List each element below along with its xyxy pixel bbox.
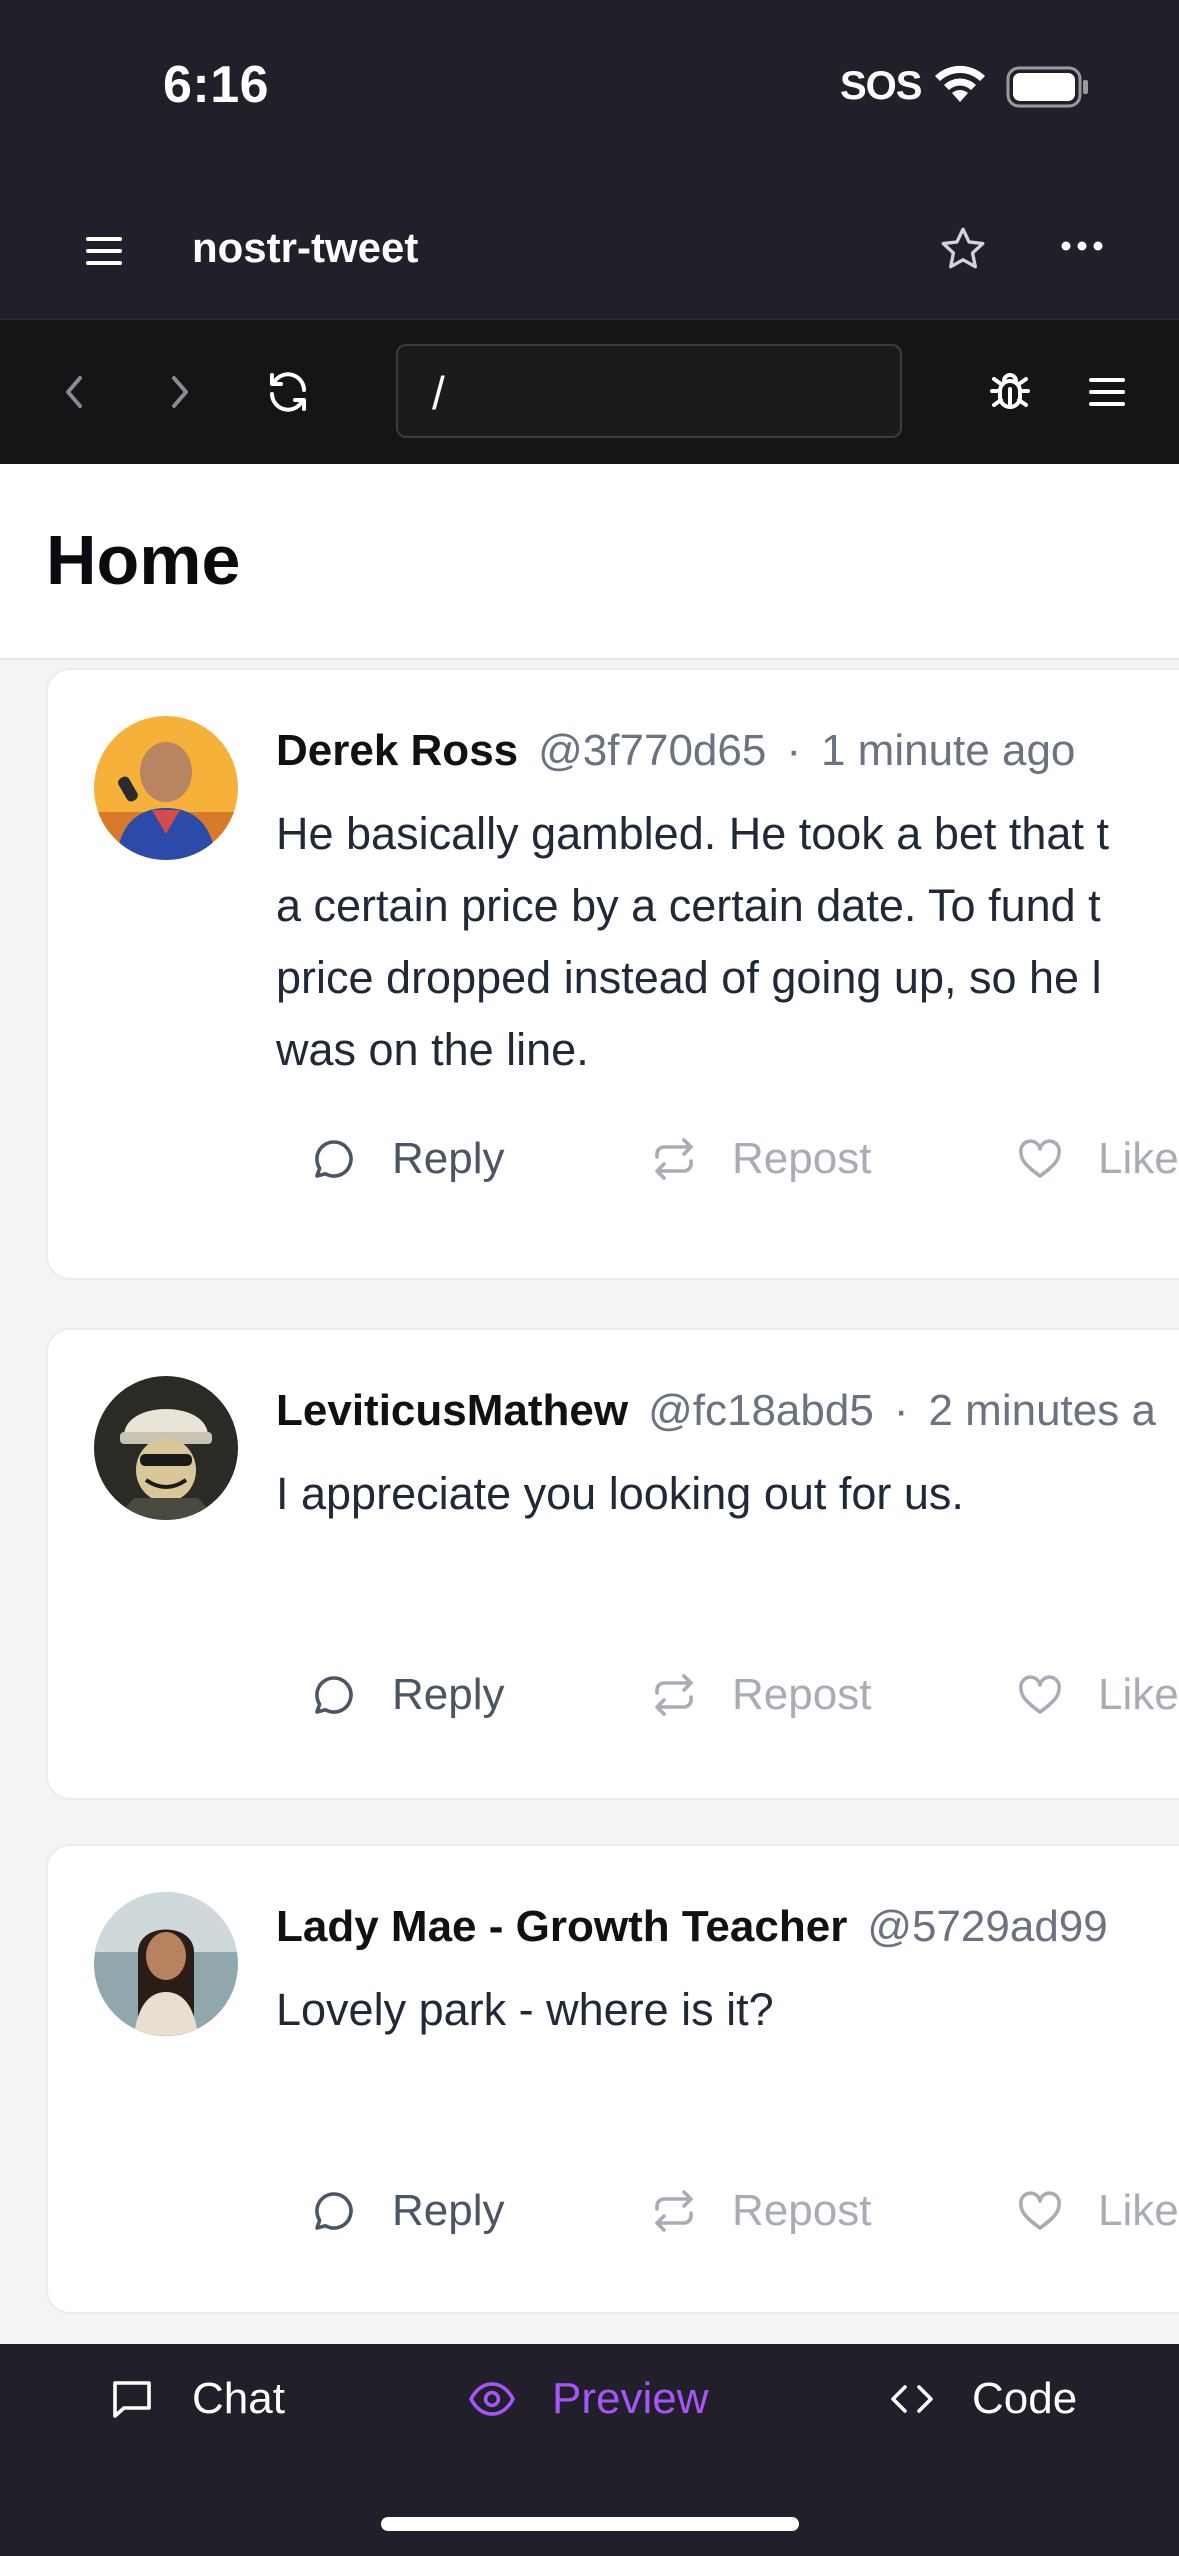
meta-separator: ·	[893, 1386, 909, 1435]
post-card: Lady Mae - Growth Teacher @5729ad99 Lovel…	[46, 1844, 1179, 2314]
post-meta: LeviticusMathew @fc18abd5 · 2 minutes a	[276, 1386, 1156, 1436]
author-name[interactable]: LeviticusMathew	[276, 1386, 628, 1435]
repost-icon	[655, 2190, 693, 2232]
comment-icon	[315, 2192, 353, 2230]
reply-button[interactable]: Reply	[310, 1134, 505, 1184]
tab-code[interactable]: Code	[888, 2374, 1077, 2424]
status-bar: 6:16 SOS	[0, 0, 1179, 180]
back-icon[interactable]	[56, 372, 92, 412]
like-label: Like	[1098, 1134, 1179, 1183]
wifi-icon	[935, 65, 985, 102]
post-line: I appreciate you looking out for us.	[276, 1468, 964, 1519]
repost-label: Repost	[732, 1134, 872, 1183]
post-time: 1 minute ago	[820, 726, 1076, 775]
code-icon	[891, 2385, 933, 2413]
post-line: was on the line.	[276, 1024, 589, 1075]
repost-button[interactable]: Repost	[650, 1134, 871, 1184]
browser-toolbar: /	[0, 318, 1179, 464]
post-content: I appreciate you looking out for us.	[276, 1458, 1179, 1530]
app-title-bar: nostr-tweet	[0, 180, 1179, 318]
home-indicator[interactable]	[381, 2517, 799, 2531]
app-header-region: 6:16 SOS nostr-tweet	[0, 0, 1179, 318]
chat-icon	[113, 2381, 151, 2418]
post-meta: Lady Mae - Growth Teacher @5729ad99	[276, 1902, 1108, 1952]
like-button[interactable]: Like	[1016, 1134, 1179, 1184]
like-label: Like	[1098, 1670, 1179, 1719]
heart-icon	[1019, 2191, 1061, 2230]
post-line: He basically gambled. He took a bet that…	[276, 808, 1109, 859]
post-content: Lovely park - where is it?	[276, 1974, 1179, 2046]
preview-page: Home Derek Ross @3f770d65 · 1 minute ago He…	[0, 464, 1179, 2344]
post-line: a certain price by a certain date. To fu…	[276, 880, 1101, 931]
reply-button[interactable]: Reply	[310, 1670, 505, 1720]
post-actions: Reply Repost Like	[48, 1670, 1179, 1750]
meta-separator: ·	[786, 726, 801, 775]
repost-label: Repost	[732, 2186, 872, 2235]
avatar[interactable]	[94, 1892, 238, 2036]
tab-preview[interactable]: Preview	[468, 2374, 709, 2424]
menu-icon[interactable]	[84, 235, 124, 267]
like-label: Like	[1098, 2186, 1179, 2235]
reply-label: Reply	[392, 1134, 505, 1183]
refresh-icon[interactable]	[264, 368, 312, 416]
post-line: price dropped instead of going up, so he…	[276, 952, 1102, 1003]
tab-chat[interactable]: Chat	[108, 2374, 285, 2424]
author-name[interactable]: Derek Ross	[276, 726, 518, 775]
author-handle: @5729ad99	[867, 1902, 1108, 1951]
reply-button[interactable]: Reply	[310, 2186, 505, 2236]
tab-preview-label: Preview	[552, 2374, 709, 2423]
heart-icon	[1019, 1139, 1061, 1178]
tab-chat-label: Chat	[192, 2374, 285, 2423]
post-card: Derek Ross @3f770d65 · 1 minute ago He basi…	[46, 668, 1179, 1280]
page-title: Home	[46, 521, 241, 599]
status-sos: SOS	[840, 64, 922, 108]
heart-icon	[1019, 1675, 1061, 1714]
post-time: 2 minutes a	[928, 1386, 1156, 1435]
eye-icon	[469, 2382, 515, 2416]
post-line: Lovely park - where is it?	[276, 1984, 774, 2035]
author-name[interactable]: Lady Mae - Growth Teacher	[276, 1902, 847, 1951]
more-options-icon[interactable]	[1060, 240, 1104, 252]
repost-button[interactable]: Repost	[650, 1670, 871, 1720]
comment-icon	[315, 1140, 353, 1178]
author-handle: @3f770d65	[538, 726, 767, 775]
reply-label: Reply	[392, 1670, 505, 1719]
battery-icon	[1006, 66, 1088, 108]
repost-label: Repost	[732, 1670, 872, 1719]
status-time: 6:16	[163, 56, 270, 114]
post-actions: Reply Repost Like	[48, 2186, 1179, 2266]
repost-icon	[655, 1138, 693, 1180]
post-content: He basically gambled. He took a bet that…	[276, 798, 1179, 1086]
post-actions: Reply Repost Like	[48, 1134, 1179, 1214]
reply-label: Reply	[392, 2186, 505, 2235]
browser-menu-icon[interactable]	[1088, 376, 1126, 408]
tab-code-label: Code	[972, 2374, 1078, 2423]
forward-icon[interactable]	[162, 372, 198, 412]
avatar[interactable]	[94, 1376, 238, 1520]
like-button[interactable]: Like	[1016, 2186, 1179, 2236]
post-card: LeviticusMathew @fc18abd5 · 2 minutes a I a…	[46, 1328, 1179, 1800]
bug-icon[interactable]	[986, 366, 1034, 416]
author-handle: @fc18abd5	[648, 1386, 874, 1435]
star-icon[interactable]	[938, 224, 988, 274]
repost-icon	[655, 1674, 693, 1716]
comment-icon	[315, 1676, 353, 1714]
app-title: nostr-tweet	[192, 224, 419, 271]
repost-button[interactable]: Repost	[650, 2186, 871, 2236]
avatar[interactable]	[94, 716, 238, 860]
url-input[interactable]: /	[396, 344, 902, 438]
post-meta: Derek Ross @3f770d65 · 1 minute ago	[276, 726, 1075, 776]
page-header: Home	[0, 464, 1179, 660]
like-button[interactable]: Like	[1016, 1670, 1179, 1720]
